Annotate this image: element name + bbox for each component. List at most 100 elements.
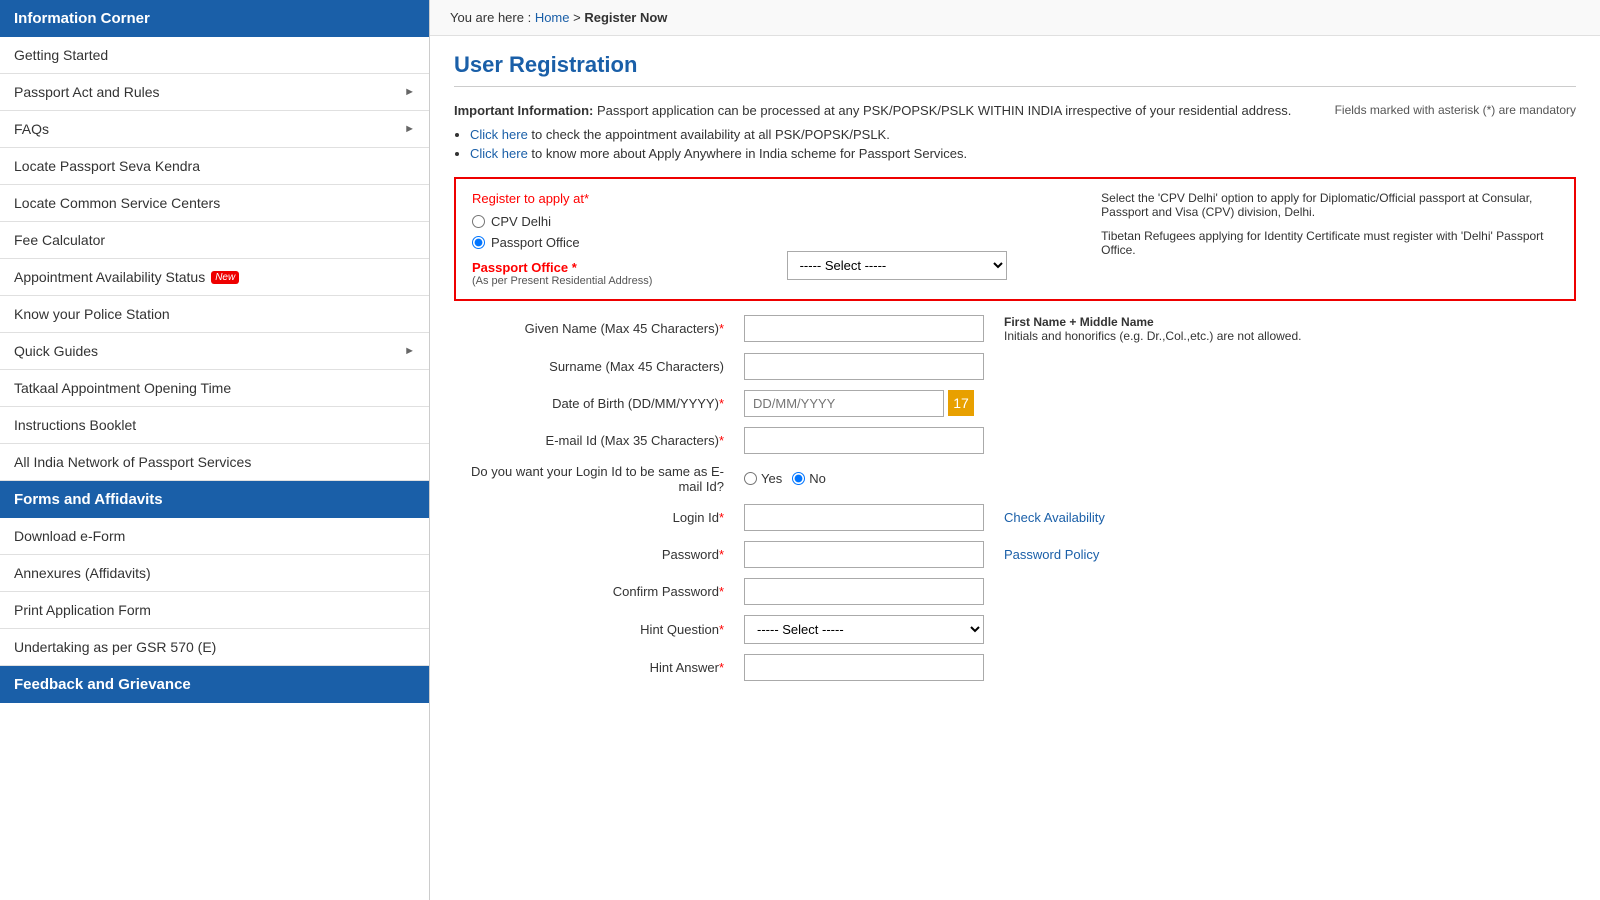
register-box-hints: Select the 'CPV Delhi' option to apply f…	[1101, 191, 1558, 257]
sidebar-item-label: FAQs	[14, 121, 49, 137]
sidebar-item-fee-calculator[interactable]: Fee Calculator	[0, 222, 429, 259]
login-same-row: Do you want your Login Id to be same as …	[454, 464, 1576, 494]
sidebar-item-download-eform[interactable]: Download e-Form	[0, 518, 429, 555]
hint-question-select-wrapper: ----- Select -----	[744, 615, 984, 644]
breadcrumb-separator: >	[573, 10, 584, 25]
given-name-req: *	[719, 321, 724, 336]
email-input-wrapper	[744, 427, 984, 454]
login-same-yes-option: Yes	[744, 471, 782, 486]
sidebar-item-print-form[interactable]: Print Application Form	[0, 592, 429, 629]
passport-office-radio[interactable]	[472, 236, 485, 249]
sidebar-section-forms: Forms and Affidavits	[0, 481, 429, 518]
surname-label: Surname (Max 45 Characters)	[454, 359, 734, 374]
breadcrumb-home[interactable]: Home	[535, 10, 570, 25]
important-link-item-2: Click here to know more about Apply Anyw…	[470, 146, 1576, 161]
sidebar-item-undertaking[interactable]: Undertaking as per GSR 570 (E)	[0, 629, 429, 666]
sidebar-item-label: All India Network of Passport Services	[14, 454, 251, 470]
sidebar-item-passport-act[interactable]: Passport Act and Rules ►	[0, 74, 429, 111]
cpv-delhi-label[interactable]: CPV Delhi	[491, 214, 551, 229]
calendar-icon[interactable]: 17	[948, 390, 974, 416]
content-area: User Registration Fields marked with ast…	[430, 36, 1600, 707]
sidebar-item-label: Fee Calculator	[14, 232, 105, 248]
check-availability-link[interactable]: Check Availability	[1004, 510, 1105, 525]
hint-answer-input[interactable]	[744, 654, 984, 681]
hint-question-select[interactable]: ----- Select -----	[744, 615, 984, 644]
sidebar-item-label: Passport Act and Rules	[14, 84, 160, 100]
cpv-delhi-radio[interactable]	[472, 215, 485, 228]
login-same-options: Yes No	[744, 471, 826, 486]
surname-row: Surname (Max 45 Characters)	[454, 353, 1576, 380]
sidebar: Information Corner Getting Started Passp…	[0, 0, 430, 900]
sidebar-item-locate-csc[interactable]: Locate Common Service Centers	[0, 185, 429, 222]
register-radio-group: CPV Delhi Passport Office	[472, 214, 777, 250]
sidebar-section-feedback: Feedback and Grievance	[0, 666, 429, 703]
login-same-yes-radio[interactable]	[744, 472, 757, 485]
dob-input[interactable]	[744, 390, 944, 417]
sidebar-item-label: Tatkaal Appointment Opening Time	[14, 380, 231, 396]
breadcrumb-current: Register Now	[584, 10, 667, 25]
cpv-delhi-option: CPV Delhi	[472, 214, 777, 229]
password-input[interactable]	[744, 541, 984, 568]
password-row: Password* Password Policy	[454, 541, 1576, 568]
email-row: E-mail Id (Max 35 Characters)*	[454, 427, 1576, 454]
dob-row: Date of Birth (DD/MM/YYYY)* 17	[454, 390, 1576, 417]
sidebar-item-label: Undertaking as per GSR 570 (E)	[14, 639, 216, 655]
confirm-password-req: *	[719, 584, 724, 599]
passport-office-section: Passport Office * (As per Present Reside…	[472, 260, 777, 287]
sidebar-item-locate-psk[interactable]: Locate Passport Seva Kendra	[0, 148, 429, 185]
sidebar-item-label: Quick Guides	[14, 343, 98, 359]
confirm-password-input-wrapper	[744, 578, 984, 605]
surname-input[interactable]	[744, 353, 984, 380]
surname-input-wrapper	[744, 353, 984, 380]
sidebar-item-faqs[interactable]: FAQs ►	[0, 111, 429, 148]
passport-office-select[interactable]: ----- Select -----	[787, 251, 1007, 280]
password-req: *	[719, 547, 724, 562]
given-name-label: Given Name (Max 45 Characters)*	[454, 321, 734, 336]
sidebar-item-instructions[interactable]: Instructions Booklet	[0, 407, 429, 444]
login-same-yes-label[interactable]: Yes	[761, 471, 782, 486]
hint-answer-row: Hint Answer*	[454, 654, 1576, 681]
password-policy-link[interactable]: Password Policy	[1004, 547, 1099, 562]
mandatory-note: Fields marked with asterisk (*) are mand…	[1335, 103, 1576, 117]
dob-label: Date of Birth (DD/MM/YYYY)*	[454, 396, 734, 411]
important-info-section: Fields marked with asterisk (*) are mand…	[454, 101, 1576, 165]
sidebar-item-tatkaal[interactable]: Tatkaal Appointment Opening Time	[0, 370, 429, 407]
passport-office-label[interactable]: Passport Office	[491, 235, 580, 250]
login-id-label: Login Id*	[454, 510, 734, 525]
email-input[interactable]	[744, 427, 984, 454]
passport-office-option: Passport Office	[472, 235, 777, 250]
important-links-list: Click here to check the appointment avai…	[470, 127, 1576, 161]
page-title: User Registration	[454, 52, 1576, 87]
registration-form: Given Name (Max 45 Characters)* First Na…	[454, 315, 1576, 681]
breadcrumb: You are here : Home > Register Now	[430, 0, 1600, 36]
cpv-hint-text: Select the 'CPV Delhi' option to apply f…	[1101, 191, 1558, 219]
sidebar-item-all-india-network[interactable]: All India Network of Passport Services	[0, 444, 429, 481]
click-here-link-2[interactable]: Click here	[470, 146, 528, 161]
dob-input-wrapper: 17	[744, 390, 974, 417]
click-here-link-1[interactable]: Click here	[470, 127, 528, 142]
sidebar-item-appointment[interactable]: Appointment Availability Status New	[0, 259, 429, 296]
confirm-password-input[interactable]	[744, 578, 984, 605]
given-name-note: First Name + Middle Name Initials and ho…	[1004, 315, 1301, 343]
login-same-no-radio[interactable]	[792, 472, 805, 485]
sidebar-item-label: Download e-Form	[14, 528, 125, 544]
login-id-input[interactable]	[744, 504, 984, 531]
password-input-wrapper	[744, 541, 984, 568]
important-label: Important Information:	[454, 103, 593, 118]
login-id-input-wrapper	[744, 504, 984, 531]
register-box: Register to apply at * CPV Delhi Passport…	[454, 177, 1576, 301]
sidebar-item-getting-started[interactable]: Getting Started	[0, 37, 429, 74]
sidebar-item-quick-guides[interactable]: Quick Guides ►	[0, 333, 429, 370]
main-content: You are here : Home > Register Now User …	[430, 0, 1600, 900]
login-same-no-option: No	[792, 471, 826, 486]
sidebar-item-annexures[interactable]: Annexures (Affidavits)	[0, 555, 429, 592]
link1-text: to check the appointment availability at…	[531, 127, 889, 142]
passport-office-sublabel: (As per Present Residential Address)	[472, 275, 777, 287]
passport-office-req: *	[572, 260, 577, 275]
login-same-no-label[interactable]: No	[809, 471, 826, 486]
sidebar-item-label: Print Application Form	[14, 602, 151, 618]
register-at-text: Register to apply at	[472, 191, 584, 206]
email-label: E-mail Id (Max 35 Characters)*	[454, 433, 734, 448]
sidebar-item-police-station[interactable]: Know your Police Station	[0, 296, 429, 333]
given-name-input[interactable]	[744, 315, 984, 342]
